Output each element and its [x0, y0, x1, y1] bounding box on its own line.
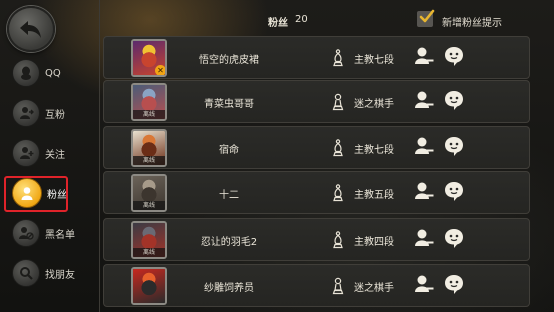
fan-name: 宿命 [219, 145, 239, 156]
new-fans-notify-label: 新增粉丝提示 [442, 18, 502, 29]
unfollow-button[interactable] [413, 137, 435, 159]
fan-name: 悟空的虎皮裙 [199, 55, 259, 66]
remove-friend-icon [413, 135, 435, 161]
selected-tab-highlight [4, 176, 68, 212]
fan-rank: 主教五段 [354, 190, 394, 201]
bishop-icon [331, 49, 345, 67]
offline-label: 离线 [133, 110, 165, 119]
fan-row[interactable]: 纱雕饲养员 迷之棋手 [103, 264, 530, 307]
unfollow-button[interactable] [413, 47, 435, 69]
sidebar-item-label: 互粉 [45, 109, 65, 121]
fan-avatar[interactable] [131, 267, 167, 305]
fan-rank: 主教七段 [354, 145, 394, 156]
qq-icon [12, 59, 40, 87]
fan-rank: 主教四段 [354, 237, 394, 248]
fan-name: 十二 [219, 190, 239, 201]
chat-icon [443, 180, 465, 206]
bishop-icon [331, 184, 345, 202]
remove-friend-icon [413, 227, 435, 253]
fan-name: 忍让的羽毛2 [200, 237, 258, 248]
remove-friend-icon [413, 45, 435, 71]
offline-label: 离线 [133, 248, 165, 257]
chat-button[interactable] [443, 182, 465, 204]
fan-rank: 迷之棋手 [354, 283, 394, 294]
bishop-icon [331, 231, 345, 249]
chat-button[interactable] [443, 137, 465, 159]
chat-icon [443, 45, 465, 71]
fan-rank: 迷之棋手 [354, 99, 394, 110]
sidebar-item-find-friends[interactable]: 找朋友 [12, 258, 98, 288]
pawn-outline-icon [331, 277, 345, 295]
bishop-icon [331, 139, 345, 157]
fan-row[interactable]: 离线 宿命 主教七段 [103, 126, 530, 169]
sidebar-item-follow[interactable]: 关注 [12, 138, 98, 168]
chat-button[interactable] [443, 91, 465, 113]
chat-icon [443, 273, 465, 299]
sidebar-item-mutual-fans[interactable]: 互粉 [12, 98, 98, 128]
remove-friend-icon [413, 89, 435, 115]
blacklist-icon [12, 219, 40, 247]
sidebar-item-label: 黑名单 [45, 229, 75, 241]
fan-avatar[interactable]: 离线 [131, 129, 167, 167]
remove-friend-icon [413, 273, 435, 299]
sidebar-item-label: 关注 [45, 149, 65, 161]
sidebar-item-qq[interactable]: QQ [12, 58, 98, 88]
fan-row[interactable]: 离线 青菜虫哥哥 迷之棋手 [103, 80, 530, 123]
back-button[interactable] [7, 6, 55, 52]
mutual-fans-icon [12, 99, 40, 127]
find-friends-icon [12, 259, 40, 287]
unfollow-button[interactable] [413, 229, 435, 251]
fan-avatar[interactable]: 离线 [131, 221, 167, 259]
fan-row[interactable]: ✕ 悟空的虎皮裙 主教七段 [103, 36, 530, 79]
chat-icon [443, 135, 465, 161]
new-fans-notify-checkbox[interactable] [417, 9, 435, 27]
chat-icon [443, 89, 465, 115]
back-arrow-icon [20, 21, 41, 38]
chat-button[interactable] [443, 47, 465, 69]
fan-rank: 主教七段 [354, 55, 394, 66]
fan-avatar[interactable]: 离线 [131, 174, 167, 212]
offline-label: 离线 [133, 156, 165, 165]
sidebar-item-label: QQ [45, 67, 61, 79]
sidebar: QQ 互粉 关注 粉丝 黑名单 找朋友 [0, 0, 100, 312]
chat-icon [443, 227, 465, 253]
fans-count: 20 [295, 14, 308, 25]
sidebar-item-blacklist[interactable]: 黑名单 [12, 218, 98, 248]
chat-button[interactable] [443, 275, 465, 297]
unfollow-button[interactable] [413, 182, 435, 204]
status-badge: ✕ [155, 65, 165, 75]
avatar-image [133, 269, 165, 303]
remove-friend-icon [413, 180, 435, 206]
fan-avatar[interactable]: 离线 [131, 83, 167, 121]
sidebar-item-label: 找朋友 [45, 269, 75, 281]
chat-button[interactable] [443, 229, 465, 251]
offline-label: 离线 [133, 201, 165, 210]
fan-avatar[interactable]: ✕ [131, 39, 167, 77]
page-title: 粉丝 [268, 18, 288, 29]
follow-icon [12, 139, 40, 167]
fan-name: 青菜虫哥哥 [204, 99, 254, 110]
fan-row[interactable]: 离线 忍让的羽毛2 主教四段 [103, 218, 530, 261]
checkmark-icon [419, 9, 435, 23]
fan-name: 纱雕饲养员 [204, 283, 254, 294]
unfollow-button[interactable] [413, 275, 435, 297]
pawn-outline-icon [331, 93, 345, 111]
fan-row[interactable]: 离线 十二 主教五段 [103, 171, 530, 214]
unfollow-button[interactable] [413, 91, 435, 113]
